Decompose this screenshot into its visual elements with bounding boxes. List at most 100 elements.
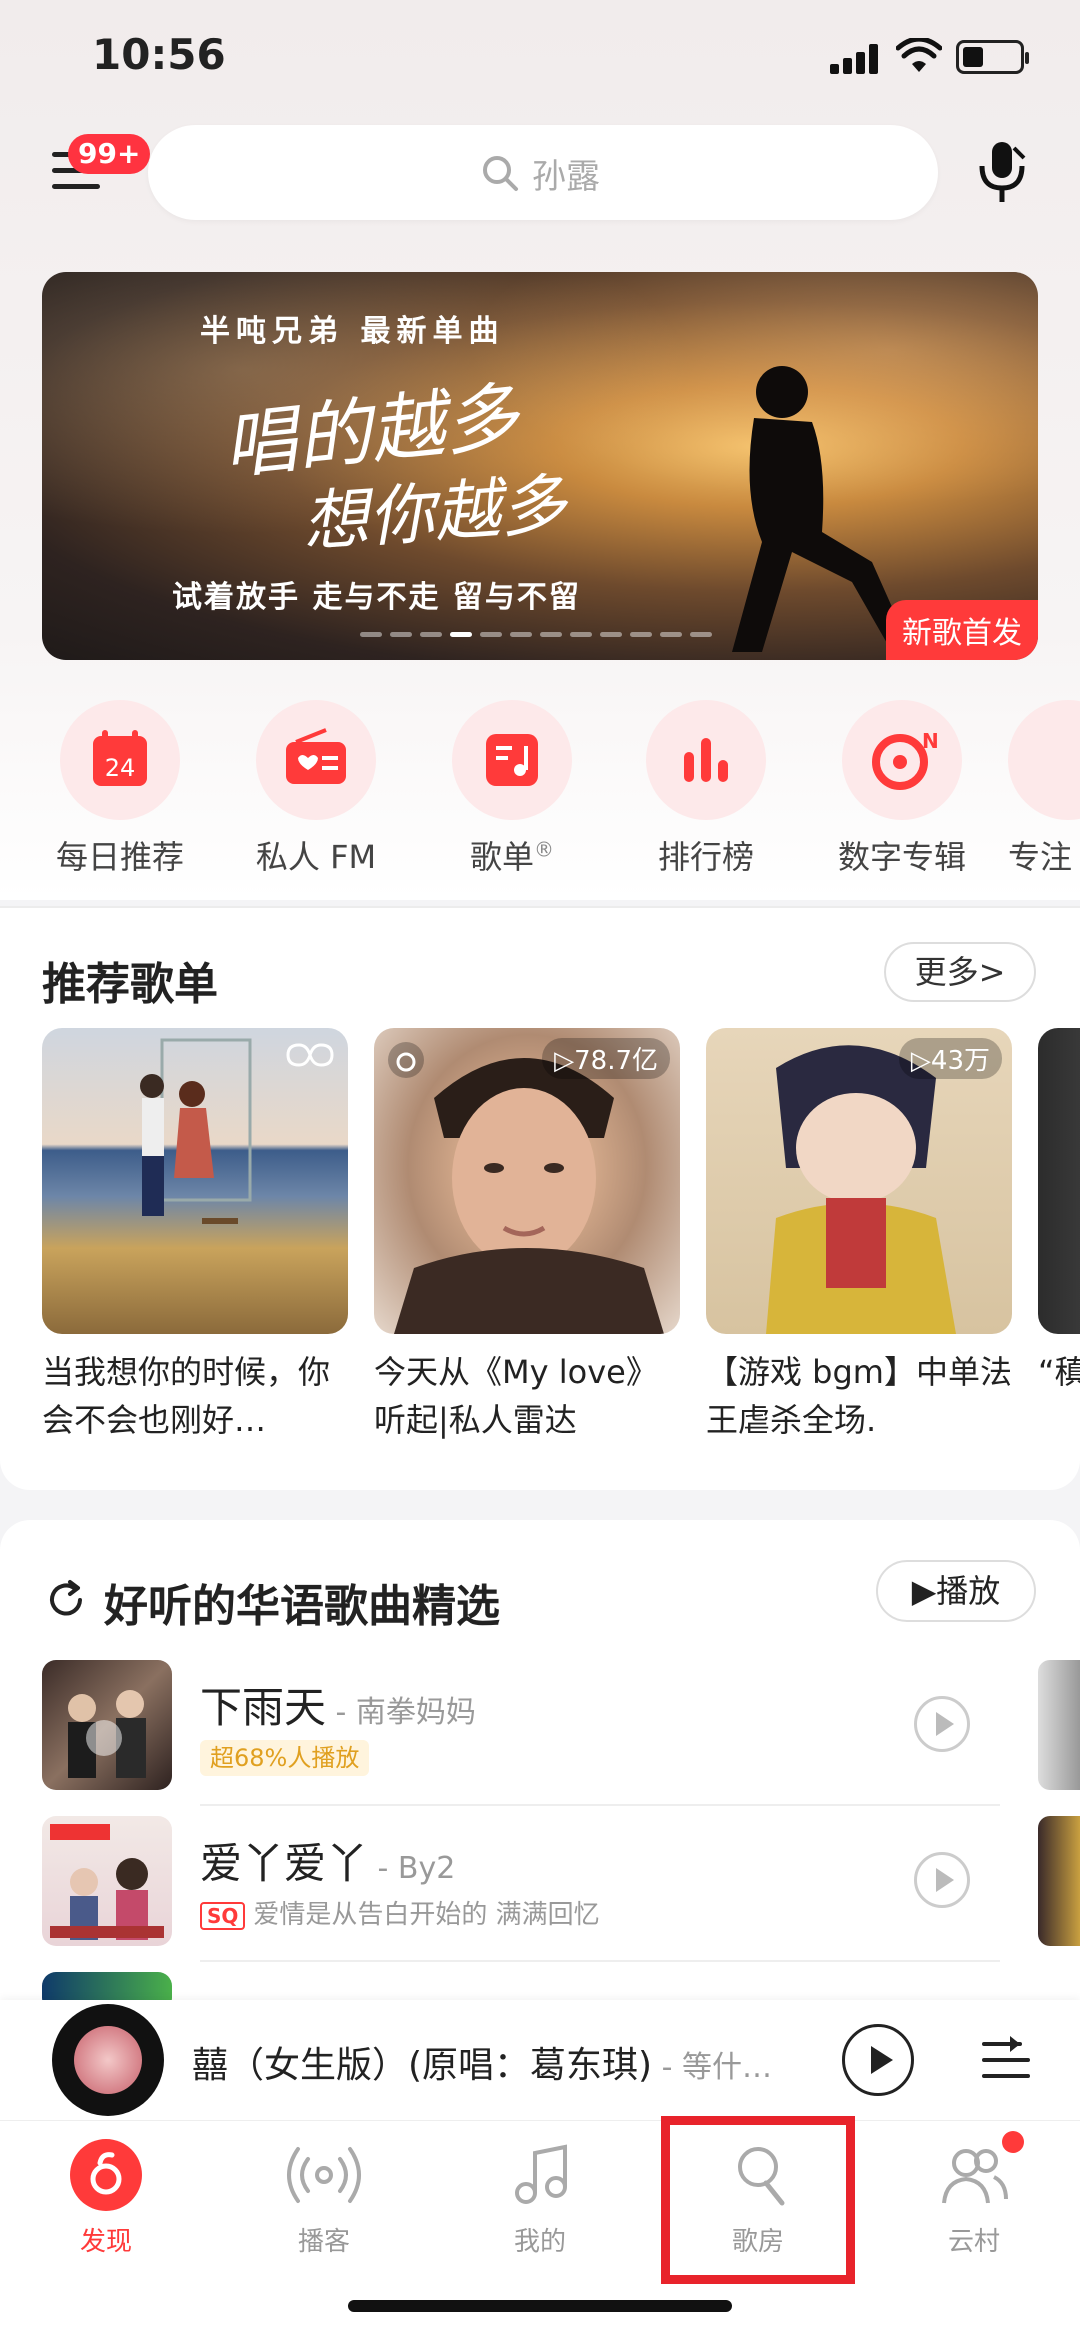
song-title: 下雨天	[200, 1683, 327, 1732]
chart-icon	[646, 700, 766, 820]
playlist-cover: ▷78.7亿	[374, 1028, 680, 1334]
notification-dot	[1002, 2131, 1024, 2153]
search-placeholder: 孙露	[532, 157, 600, 197]
tab-mine[interactable]: 我的	[450, 2137, 630, 2258]
more-button[interactable]: 更多>	[884, 942, 1036, 1002]
song-row[interactable]: 下雨天 - 南拳妈妈 超68%人播放	[42, 1660, 1002, 1800]
playlist-card[interactable]: “稹	[1038, 1028, 1080, 1444]
tab-discover[interactable]: 发现	[16, 2137, 196, 2258]
quick-daily[interactable]: 24 每日推荐	[30, 700, 210, 878]
loop-icon	[286, 1043, 334, 1067]
registered-mark: ®	[534, 837, 554, 862]
quick-focus[interactable]: 专注	[1008, 700, 1080, 878]
status-time: 10:56	[92, 30, 226, 79]
song-cover	[42, 1816, 172, 1946]
quick-label: 排行榜	[657, 838, 754, 876]
banner-carousel[interactable]: 半吨兄弟 最新单曲 唱的越多 想你越多 试着放手 走与不走 留与不留 新歌首发	[42, 272, 1038, 660]
songs-section: 好听的华语歌曲精选 ▶播放 下雨天 - 南拳妈妈 超68%人播放 爱丫爱丫 - …	[0, 1520, 1080, 2040]
wifi-icon	[896, 38, 942, 72]
quick-fm[interactable]: 私人 FM	[226, 700, 406, 878]
signal-icon	[830, 42, 880, 74]
song-title-line: 爱丫爱丫 - By2	[200, 1830, 455, 1891]
song-artist: - By2	[368, 1851, 456, 1886]
svg-text:N: N	[922, 729, 939, 753]
community-icon	[936, 2131, 1024, 2213]
album-disc	[52, 2004, 164, 2116]
song-row[interactable]: 爱丫爱丫 - By2 SQ 爱情是从告白开始的 满满回忆	[42, 1816, 1002, 1956]
search-bar[interactable]: 孙露	[148, 125, 938, 220]
song-title-line: 下雨天 - 南拳妈妈	[200, 1674, 476, 1735]
song-subline: SQ 爱情是从告白开始的 满满回忆	[200, 1894, 600, 1931]
album-icon: N	[842, 700, 962, 820]
home-indicator	[348, 2300, 732, 2312]
podcast-icon	[286, 2137, 362, 2213]
play-icon[interactable]	[842, 2024, 914, 2096]
banner-script-line2: 想你越多	[300, 465, 569, 562]
refresh-icon[interactable]	[44, 1578, 88, 1622]
next-column-cover	[1038, 1660, 1080, 1790]
section-title: 好听的华语歌曲精选	[104, 1581, 500, 1632]
tab-label: 发现	[79, 2227, 132, 2257]
tab-podcast[interactable]: 播客	[234, 2137, 414, 2258]
row-divider	[200, 1960, 1000, 1962]
banner-silhouette	[732, 366, 912, 652]
notification-badge: 99+	[68, 134, 151, 174]
row-divider	[200, 1804, 1000, 1806]
song-subline: 超68%人播放	[200, 1738, 370, 1776]
song-play-icon[interactable]	[914, 1852, 970, 1908]
quick-label: 歌单®	[469, 837, 554, 876]
focus-icon	[1008, 700, 1080, 820]
playlist-caption: 【游戏 bgm】中单法王虐杀全场.	[706, 1353, 1012, 1439]
playlist-card[interactable]: ▷43万 【游戏 bgm】中单法王虐杀全场.	[706, 1028, 1012, 1444]
playlist-queue-icon[interactable]	[980, 2034, 1032, 2086]
tab-community[interactable]: 云村	[884, 2131, 1064, 2258]
play-count: ▷78.7亿	[542, 1038, 670, 1079]
sq-badge: SQ	[200, 1902, 246, 1930]
recommended-playlists: 推荐歌单 更多> 当我想你的时候，你会不会也刚好… ▷78.7亿 今天从《My …	[0, 908, 1080, 1490]
song-play-icon[interactable]	[914, 1696, 970, 1752]
calendar-icon: 24	[60, 700, 180, 820]
status-bar: 10:56	[0, 0, 1080, 120]
tab-label: 云村	[947, 2227, 1000, 2257]
playlist-card[interactable]: 当我想你的时候，你会不会也刚好…	[42, 1028, 348, 1444]
quick-charts[interactable]: 排行榜	[616, 700, 796, 878]
quick-entries: 24 每日推荐 私人 FM 歌单® 排行榜 N 数字专辑 专注	[0, 700, 1080, 880]
playlist-caption: 今天从《My love》听起|私人雷达	[374, 1353, 658, 1439]
next-column-cover	[1038, 1816, 1080, 1946]
banner-tag: 新歌首发	[886, 600, 1038, 660]
play-all-button[interactable]: ▶播放	[876, 1560, 1036, 1622]
song-artist: - 南拳妈妈	[326, 1695, 476, 1730]
play-count: ▷43万	[898, 1038, 1002, 1079]
playlist-cover	[1038, 1028, 1080, 1334]
now-playing-title: 囍（女生版）(原唱：葛东琪)	[192, 2045, 653, 2086]
quick-label: 私人 FM	[255, 838, 377, 876]
music-note-icon	[502, 2137, 578, 2213]
song-title: 爱丫爱丫	[200, 1839, 369, 1888]
search-icon	[483, 156, 518, 191]
quick-label: 每日推荐	[55, 838, 184, 876]
playlist-caption: 当我想你的时候，你会不会也刚好…	[42, 1353, 331, 1439]
tab-highlight-box	[661, 2116, 855, 2284]
netease-logo-icon	[388, 1042, 424, 1078]
now-playing-bar[interactable]: 囍（女生版）(原唱：葛东琪) - 等什…	[0, 2000, 1080, 2120]
quick-digital-album[interactable]: N 数字专辑	[812, 700, 992, 878]
quick-playlist[interactable]: 歌单®	[422, 700, 602, 878]
hot-tag: 超68%人播放	[200, 1740, 370, 1776]
section-title: 推荐歌单	[42, 959, 218, 1010]
now-playing-title-line: 囍（女生版）(原唱：葛东琪) - 等什…	[192, 2036, 772, 2088]
playlist-card[interactable]: ▷78.7亿 今天从《My love》听起|私人雷达	[374, 1028, 680, 1444]
banner-tagline: 试着放手 走与不走 留与不留	[172, 580, 581, 615]
tab-label: 我的	[513, 2227, 566, 2257]
quick-label: 专注	[1008, 838, 1073, 876]
song-description: 爱情是从告白开始的 满满回忆	[253, 1900, 600, 1930]
now-playing-artist: - 等什…	[652, 2050, 772, 2085]
banner-subtitle: 半吨兄弟 最新单曲	[200, 314, 505, 349]
carousel-indicator	[360, 632, 712, 638]
voice-search-icon[interactable]	[972, 138, 1032, 208]
playlist-cover	[42, 1028, 348, 1334]
tab-label: 播客	[297, 2227, 350, 2257]
quick-label: 数字专辑	[837, 838, 966, 876]
playlist-cover: ▷43万	[706, 1028, 1012, 1334]
playlist-caption: “稹	[1038, 1353, 1080, 1391]
playlist-icon	[452, 700, 572, 820]
